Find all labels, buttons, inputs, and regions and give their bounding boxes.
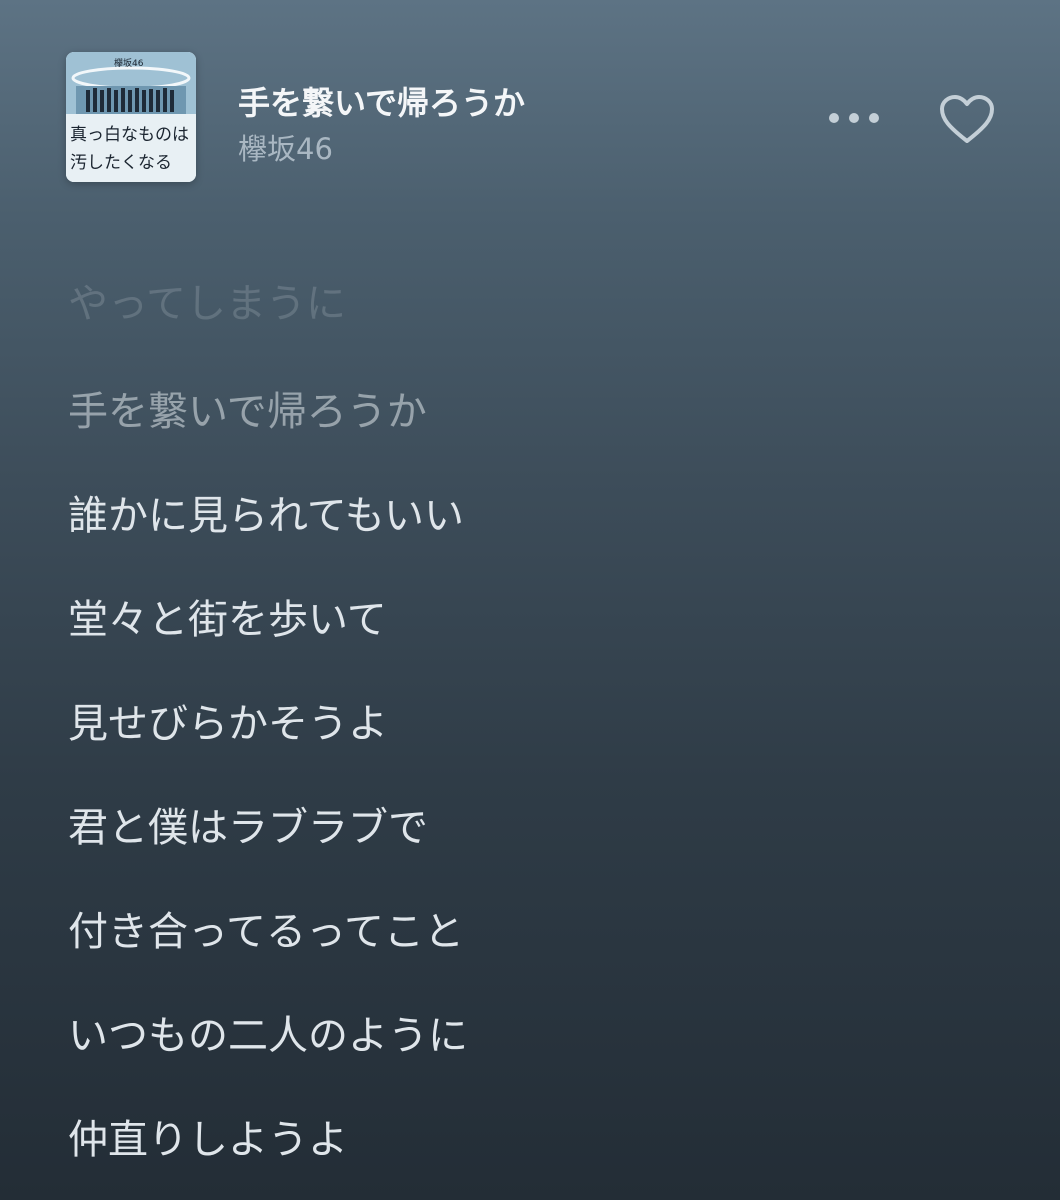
more-options-button[interactable] xyxy=(822,100,886,136)
lyric-line[interactable]: 誰かに見られてもいい xyxy=(68,464,1028,568)
lyric-line[interactable]: 付き合ってるってこと xyxy=(68,880,1028,984)
now-playing-header: 欅坂46 真っ白なものは 汚したくなる 手を繋いで帰ろうか 欅坂46 xyxy=(0,0,1060,200)
album-cover-image: 欅坂46 真っ白なものは 汚したくなる xyxy=(66,52,196,182)
track-artist[interactable]: 欅坂46 xyxy=(238,126,333,168)
album-artwork[interactable]: 欅坂46 真っ白なものは 汚したくなる xyxy=(66,52,196,182)
ellipsis-icon xyxy=(829,113,879,123)
artwork-group-text: 欅坂46 xyxy=(114,58,144,69)
favorite-button[interactable] xyxy=(932,88,1002,152)
artwork-album-line2: 汚したくなる xyxy=(70,153,172,173)
lyric-line[interactable]: 君と僕はラブラブで xyxy=(68,776,1028,880)
lyric-line[interactable]: 見せびらかそうよ xyxy=(68,672,1028,776)
heart-outline-icon xyxy=(940,95,994,143)
artwork-album-line1: 真っ白なものは xyxy=(70,125,189,145)
lyric-line-faded[interactable]: やってしまうに xyxy=(68,262,1028,322)
lyrics-list: やってしまうに 手を繋いで帰ろうか 誰かに見られてもいい 堂々と街を歩いて 見せ… xyxy=(68,262,1028,1192)
lyric-line[interactable]: 手を繋いで帰ろうか xyxy=(68,360,1028,464)
lyric-line[interactable]: 堂々と街を歩いて xyxy=(68,568,1028,672)
lyric-line[interactable]: 仲直りしようよ xyxy=(68,1088,1028,1192)
track-title[interactable]: 手を繋いで帰ろうか xyxy=(238,78,525,124)
lyric-line-text: やってしまうに xyxy=(68,281,346,322)
lyric-line[interactable]: いつもの二人のように xyxy=(68,984,1028,1088)
